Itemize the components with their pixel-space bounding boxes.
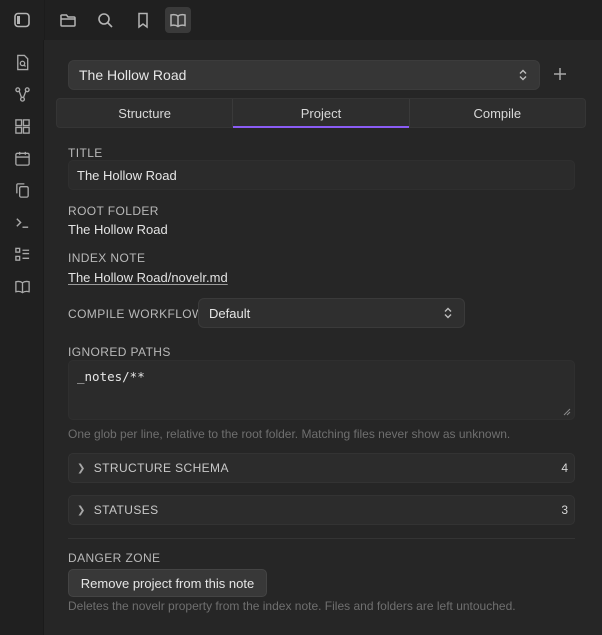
title-label: TITLE: [68, 146, 103, 160]
section-count: 3: [561, 503, 568, 517]
tab-label: Project: [300, 105, 342, 121]
chevron-right-icon: ❯: [77, 504, 86, 516]
danger-zone-hint: Deletes the novelr property from the ind…: [68, 599, 516, 613]
ignored-paths-text: _notes/**: [77, 369, 145, 384]
file-search-icon[interactable]: [11, 51, 33, 73]
section-label: STRUCTURE SCHEMA: [93, 461, 229, 475]
updown-chevron-icon: [516, 68, 530, 85]
compile-workflow-label: COMPILE WORKFLOW: [68, 307, 204, 321]
sidebar-toggle-icon[interactable]: [9, 7, 35, 33]
terminal-icon[interactable]: [11, 211, 33, 233]
dashboard-icon[interactable]: [11, 115, 33, 137]
root-folder-label: ROOT FOLDER: [68, 204, 159, 218]
divider: [68, 538, 575, 539]
tab-label: Structure: [118, 105, 172, 121]
tab-compile[interactable]: Compile: [410, 99, 585, 127]
project-selector[interactable]: The Hollow Road: [68, 60, 540, 90]
title-input-value: The Hollow Road: [77, 167, 177, 183]
statuses-section[interactable]: ❯ STATUSES 3: [68, 495, 575, 525]
root-folder-value: The Hollow Road: [68, 222, 168, 237]
chevron-right-icon: ❯: [77, 462, 86, 474]
tab-bar: Structure Project Compile: [56, 98, 586, 128]
index-note-link[interactable]: The Hollow Road/novelr.md: [68, 270, 228, 285]
remove-project-button-label: Remove project from this note: [80, 575, 255, 591]
left-ribbon: [0, 40, 44, 635]
toolbar-divider: [44, 0, 45, 40]
structure-schema-section[interactable]: ❯ STRUCTURE SCHEMA 4: [68, 453, 575, 483]
tab-structure[interactable]: Structure: [57, 99, 234, 127]
compile-workflow-select[interactable]: Default: [198, 298, 465, 328]
updown-chevron-icon: [441, 306, 455, 323]
tab-project[interactable]: Project: [233, 99, 410, 128]
copy-icon[interactable]: [11, 179, 33, 201]
ignored-paths-hint: One glob per line, relative to the root …: [68, 427, 511, 441]
resize-grip-icon[interactable]: [563, 408, 571, 416]
ignored-paths-label: IGNORED PATHS: [68, 345, 171, 359]
section-count: 4: [561, 461, 568, 475]
index-note-label: INDEX NOTE: [68, 251, 146, 265]
section-label: STATUSES: [93, 503, 159, 517]
project-selector-value: The Hollow Road: [79, 67, 187, 83]
ignored-paths-textarea[interactable]: _notes/**: [68, 360, 575, 420]
remove-project-button[interactable]: Remove project from this note: [68, 569, 267, 597]
book-icon[interactable]: [11, 275, 33, 297]
search-icon[interactable]: [92, 7, 118, 33]
top-toolbar: [0, 0, 602, 40]
calendar-icon[interactable]: [11, 147, 33, 169]
checklist-icon[interactable]: [11, 243, 33, 265]
danger-zone-label: DANGER ZONE: [68, 551, 161, 565]
folder-icon[interactable]: [55, 7, 81, 33]
project-settings-pane: The Hollow Road Structure Project Compil…: [45, 40, 602, 635]
compile-workflow-value: Default: [209, 305, 251, 321]
add-project-icon[interactable]: [550, 64, 570, 84]
graph-icon[interactable]: [11, 83, 33, 105]
open-book-icon[interactable]: [165, 7, 191, 33]
tab-label: Compile: [473, 105, 522, 121]
title-input[interactable]: The Hollow Road: [68, 160, 575, 190]
bookmark-icon[interactable]: [130, 7, 156, 33]
